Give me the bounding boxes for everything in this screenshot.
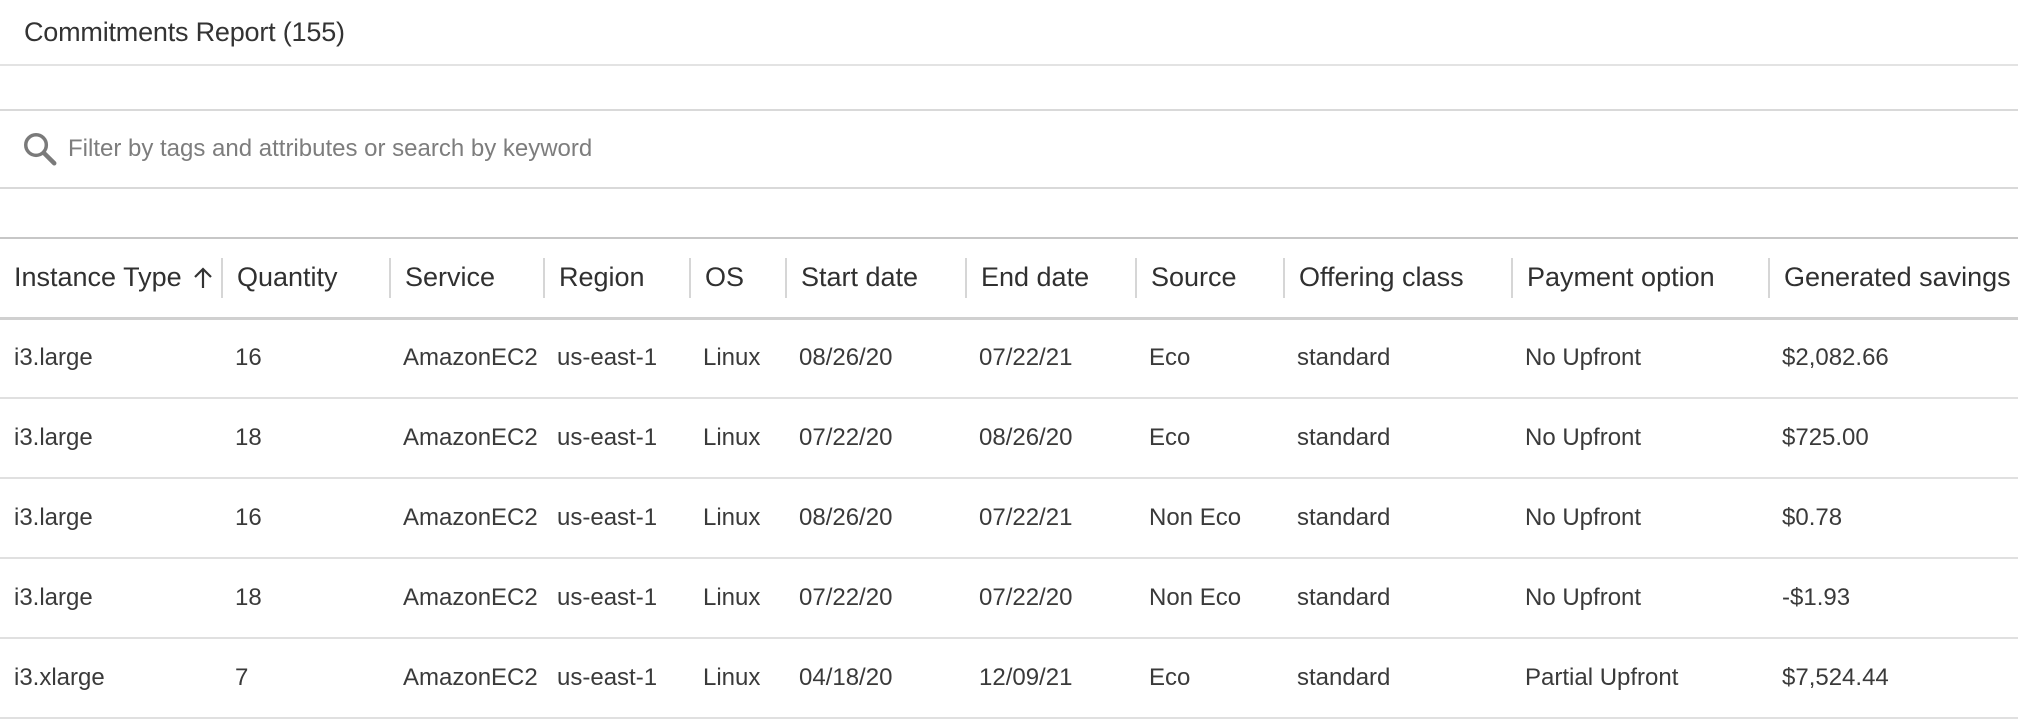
column-header-source[interactable]: Source bbox=[1135, 239, 1283, 318]
cell-quantity: 7 bbox=[235, 664, 249, 691]
cell-quantity: 16 bbox=[235, 504, 262, 531]
cell-quantity: 18 bbox=[235, 424, 262, 451]
column-header-instance-type[interactable]: Instance Type bbox=[0, 239, 221, 318]
cell-source: Eco bbox=[1149, 344, 1191, 372]
cell-start-date: 07/22/20 bbox=[799, 584, 893, 611]
cell-generated-savings: -$1.93 bbox=[1782, 584, 1851, 611]
column-header-label: Instance Type bbox=[14, 262, 182, 293]
cell-instance-type: i3.large bbox=[14, 344, 93, 372]
table-row[interactable]: i3.large 16 AmazonEC2 us-east-1 Linux 08… bbox=[0, 478, 2018, 558]
table-row[interactable]: i3.large 16 AmazonEC2 us-east-1 Linux 08… bbox=[0, 318, 2018, 398]
cell-offering-class: standard bbox=[1297, 424, 1391, 451]
cell-service: AmazonEC2 bbox=[403, 344, 538, 372]
cell-start-date: 07/22/20 bbox=[799, 424, 893, 451]
cell-os: Linux bbox=[703, 584, 761, 611]
cell-payment-option: No Upfront bbox=[1525, 344, 1642, 372]
cell-payment-option: No Upfront bbox=[1525, 504, 1642, 531]
cell-service: AmazonEC2 bbox=[403, 664, 538, 691]
cell-region: us-east-1 bbox=[557, 424, 658, 451]
table-row[interactable]: i3.large 18 AmazonEC2 us-east-1 Linux 07… bbox=[0, 558, 2018, 638]
cell-os: Linux bbox=[703, 424, 761, 451]
cell-generated-savings: $2,082.66 bbox=[1782, 344, 1889, 372]
cell-instance-type: i3.xlarge bbox=[14, 664, 105, 691]
column-header-service[interactable]: Service bbox=[389, 239, 543, 318]
column-header-label: OS bbox=[705, 262, 745, 293]
column-header-offering-class[interactable]: Offering class bbox=[1283, 239, 1511, 318]
cell-payment-option: Partial Upfront bbox=[1525, 664, 1679, 691]
search-bar bbox=[0, 111, 2018, 189]
column-header-label: End date bbox=[981, 262, 1090, 293]
cell-service: AmazonEC2 bbox=[403, 424, 538, 451]
table-header-row: Instance Type Quantity Service Region OS… bbox=[0, 239, 2018, 318]
cell-end-date: 07/22/21 bbox=[979, 504, 1073, 531]
cell-start-date: 08/26/20 bbox=[799, 344, 893, 372]
cell-offering-class: standard bbox=[1297, 344, 1391, 372]
header-spacer bbox=[0, 66, 2018, 111]
cell-os: Linux bbox=[703, 664, 761, 691]
cell-source: Non Eco bbox=[1149, 504, 1242, 531]
cell-payment-option: No Upfront bbox=[1525, 424, 1642, 451]
cell-offering-class: standard bbox=[1297, 504, 1391, 531]
search-icon[interactable] bbox=[20, 129, 60, 169]
column-header-os[interactable]: OS bbox=[689, 239, 785, 318]
column-header-region[interactable]: Region bbox=[543, 239, 689, 318]
column-header-label: Source bbox=[1151, 262, 1237, 293]
cell-offering-class: standard bbox=[1297, 664, 1391, 691]
column-header-end-date[interactable]: End date bbox=[965, 239, 1135, 318]
column-header-label: Payment option bbox=[1527, 262, 1715, 293]
cell-region: us-east-1 bbox=[557, 664, 658, 691]
search-input[interactable] bbox=[68, 135, 1268, 163]
cell-quantity: 16 bbox=[235, 344, 262, 372]
cell-region: us-east-1 bbox=[557, 584, 658, 611]
cell-generated-savings: $0.78 bbox=[1782, 504, 1843, 531]
cell-end-date: 12/09/21 bbox=[979, 664, 1073, 691]
table-spacer bbox=[0, 189, 2018, 239]
cell-os: Linux bbox=[703, 504, 761, 531]
column-header-label: Region bbox=[559, 262, 645, 293]
cell-source: Non Eco bbox=[1149, 584, 1242, 611]
table-row[interactable]: i3.xlarge 7 AmazonEC2 us-east-1 Linux 04… bbox=[0, 638, 2018, 718]
column-header-label: Offering class bbox=[1299, 262, 1464, 293]
cell-end-date: 07/22/20 bbox=[979, 584, 1073, 611]
page-title: Commitments Report (155) bbox=[24, 16, 345, 47]
cell-region: us-east-1 bbox=[557, 344, 658, 372]
column-header-label: Service bbox=[405, 262, 496, 293]
cell-source: Eco bbox=[1149, 424, 1191, 451]
column-header-label: Quantity bbox=[237, 262, 338, 293]
cell-instance-type: i3.large bbox=[14, 504, 93, 531]
column-header-generated-savings[interactable]: Generated savings bbox=[1768, 239, 2018, 318]
cell-region: us-east-1 bbox=[557, 504, 658, 531]
arrow-up-icon[interactable] bbox=[192, 266, 214, 290]
column-header-payment-option[interactable]: Payment option bbox=[1511, 239, 1768, 318]
cell-instance-type: i3.large bbox=[14, 424, 93, 451]
table-row[interactable]: i3.large 18 AmazonEC2 us-east-1 Linux 07… bbox=[0, 398, 2018, 478]
cell-end-date: 08/26/20 bbox=[979, 424, 1073, 451]
cell-quantity: 18 bbox=[235, 584, 262, 611]
cell-os: Linux bbox=[703, 344, 761, 372]
cell-start-date: 04/18/20 bbox=[799, 664, 893, 691]
cell-generated-savings: $725.00 bbox=[1782, 424, 1869, 451]
cell-source: Eco bbox=[1149, 664, 1191, 691]
cell-service: AmazonEC2 bbox=[403, 584, 538, 611]
cell-service: AmazonEC2 bbox=[403, 504, 538, 531]
cell-payment-option: No Upfront bbox=[1525, 584, 1642, 611]
column-header-label: Generated savings bbox=[1784, 262, 2011, 293]
column-header-start-date[interactable]: Start date bbox=[785, 239, 965, 318]
commitments-table: Instance Type Quantity Service Region OS… bbox=[0, 239, 2018, 719]
cell-generated-savings: $7,524.44 bbox=[1782, 664, 1889, 691]
cell-end-date: 07/22/21 bbox=[979, 344, 1073, 372]
cell-offering-class: standard bbox=[1297, 584, 1391, 611]
cell-instance-type: i3.large bbox=[14, 584, 93, 611]
column-header-quantity[interactable]: Quantity bbox=[221, 239, 389, 318]
column-header-label: Start date bbox=[801, 262, 919, 293]
cell-start-date: 08/26/20 bbox=[799, 504, 893, 531]
report-header: Commitments Report (155) bbox=[0, 0, 2018, 66]
